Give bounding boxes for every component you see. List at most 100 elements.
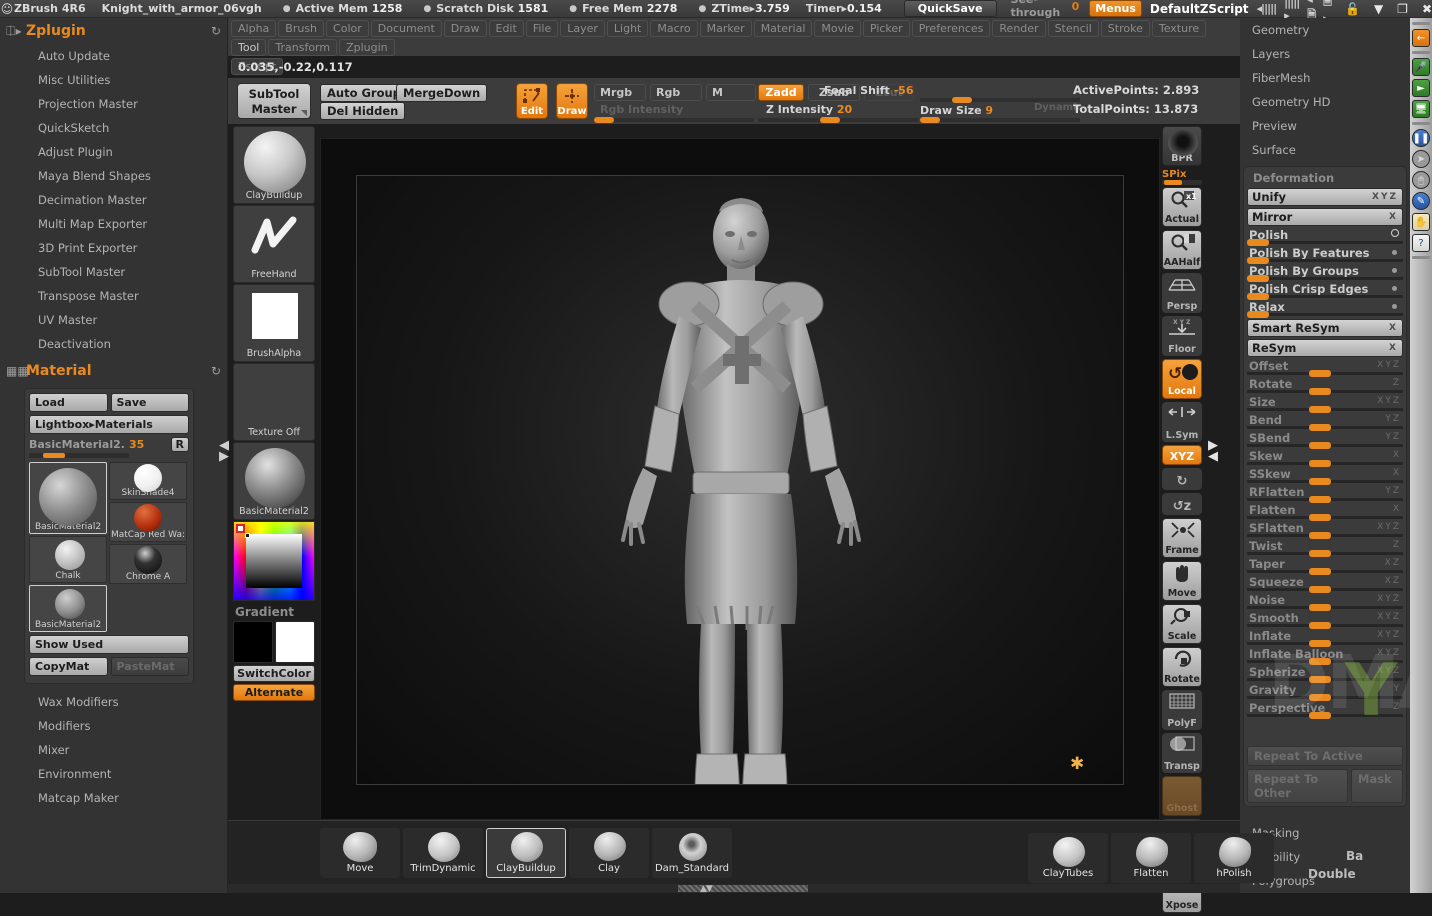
deform-rflatten-slider[interactable]: RFlatten YZ: [1247, 485, 1403, 503]
resize-corner-icon[interactable]: [301, 110, 307, 116]
rp-item-geometry[interactable]: Geometry: [1240, 18, 1410, 42]
frame-button[interactable]: Frame: [1162, 518, 1202, 558]
axes-indicator[interactable]: XYZ: [1377, 594, 1401, 604]
zscript-prev-icon[interactable]: ◂|||||: [1257, 2, 1278, 15]
window-icon[interactable]: 🖱: [1412, 171, 1430, 189]
axes-indicator[interactable]: X: [1389, 343, 1398, 353]
polish-circle-icon[interactable]: [1391, 229, 1399, 237]
menu-macro[interactable]: Macro: [650, 20, 698, 37]
menu-color[interactable]: Color: [326, 20, 369, 37]
switchcolor-button[interactable]: SwitchColor: [233, 665, 315, 682]
copymat-button[interactable]: CopyMat: [29, 657, 108, 676]
subtool-master-button[interactable]: SubTool Master: [237, 83, 311, 119]
radial-symmetry-button[interactable]: ↻: [1162, 468, 1202, 490]
axes-indicator[interactable]: XYZ: [1377, 396, 1401, 406]
current-stroke-cell[interactable]: FreeHand: [233, 205, 315, 283]
transparency-button[interactable]: Transp: [1162, 733, 1202, 773]
deform-unify-button[interactable]: Unify XYZ: [1247, 188, 1403, 206]
lock-icon[interactable]: 🔓: [1345, 2, 1360, 16]
deform-noise-slider[interactable]: Noise XYZ: [1247, 593, 1403, 611]
draw-mode-button[interactable]: Draw: [556, 83, 588, 119]
axes-indicator[interactable]: X: [1393, 504, 1401, 514]
menu-tool[interactable]: Tool: [231, 39, 267, 56]
quicksave-button[interactable]: QuickSave: [903, 0, 997, 17]
menu-preferences[interactable]: Preferences: [911, 20, 991, 37]
axes-indicator[interactable]: Z: [1393, 540, 1401, 550]
deform-polish-crisp-edges-slider[interactable]: Polish Crisp Edges: [1247, 282, 1403, 300]
brush-claytubes[interactable]: ClayTubes: [1028, 833, 1108, 883]
left-tray-toggle[interactable]: ◀ ▶: [219, 439, 229, 463]
show-used-button[interactable]: Show Used: [29, 635, 189, 654]
cursor-arrow-icon[interactable]: ➤: [1412, 150, 1430, 168]
menu-marker[interactable]: Marker: [699, 20, 752, 37]
minimize-icon[interactable]: ▼: [1374, 2, 1383, 16]
lightbox-materials-button[interactable]: Lightbox▸Materials: [29, 415, 189, 434]
deform-smart-resym-button[interactable]: Smart ReSym X: [1247, 319, 1403, 337]
menu-material[interactable]: Material: [753, 20, 813, 37]
current-material-cell[interactable]: BasicMaterial2: [233, 442, 315, 520]
material-swatch-basicmaterial2[interactable]: BasicMaterial2: [29, 462, 107, 534]
rp-item-preview[interactable]: Preview: [1240, 114, 1410, 138]
brush-claybuildup[interactable]: ClayBuildup: [486, 828, 566, 878]
sidebar-item-wax-modifiers[interactable]: Wax Modifiers: [0, 690, 227, 714]
axes-indicator[interactable]: YZ: [1385, 432, 1401, 442]
axes-indicator[interactable]: YZ: [1385, 414, 1401, 424]
scale-button[interactable]: Scale: [1162, 604, 1202, 644]
restore-icon[interactable]: ❐: [1397, 2, 1408, 16]
menu-draw[interactable]: Draw: [443, 20, 487, 37]
primary-color-swatch[interactable]: [233, 621, 273, 663]
viewport-3d[interactable]: ✱: [356, 175, 1124, 785]
deform-bend-slider[interactable]: Bend YZ: [1247, 413, 1403, 431]
xyz-symmetry-button[interactable]: XYZ: [1162, 445, 1202, 465]
mergedown-button[interactable]: MergeDown: [396, 84, 488, 102]
axes-indicator[interactable]: XZ: [1385, 558, 1401, 568]
deform-sflatten-slider[interactable]: SFlatten XYZ: [1247, 521, 1403, 539]
spix-slider[interactable]: SPix: [1162, 169, 1202, 185]
brush-hpolish[interactable]: hPolish: [1194, 833, 1274, 883]
refresh-icon[interactable]: ↻: [211, 364, 221, 378]
screen-record-icon[interactable]: 🖥: [1412, 100, 1430, 118]
pause-icon[interactable]: ❚❚: [1412, 129, 1430, 147]
marker-pen-icon[interactable]: ✎: [1412, 192, 1430, 210]
bpr-render-button[interactable]: BPR: [1162, 126, 1202, 166]
material-save-button[interactable]: Save: [110, 393, 189, 412]
sidebar-item-subtool-master[interactable]: SubTool Master: [0, 260, 227, 284]
menu-stencil[interactable]: Stencil: [1047, 20, 1099, 37]
menus-button[interactable]: Menus: [1089, 0, 1142, 17]
deform-taper-slider[interactable]: Taper XZ: [1247, 557, 1403, 575]
brush-flatten[interactable]: Flatten: [1111, 833, 1191, 883]
microphone-icon[interactable]: 🎤: [1412, 58, 1430, 76]
deform-squeeze-slider[interactable]: Squeeze XZ: [1247, 575, 1403, 593]
z-symmetry-button[interactable]: ↺z: [1162, 493, 1202, 515]
zplugin-palette-header[interactable]: ⎅▸ Zplugin ↻: [0, 18, 227, 44]
material-palette-header[interactable]: ▦▦ Material ↻: [0, 358, 227, 384]
right-tray-toggle[interactable]: ▶ ◀: [1208, 439, 1218, 463]
perspective-button[interactable]: Persp: [1162, 273, 1202, 313]
sidebar-item-transpose-master[interactable]: Transpose Master: [0, 284, 227, 308]
color-picker[interactable]: [233, 521, 315, 601]
mask-button[interactable]: Mask: [1351, 769, 1403, 803]
deform-mirror-button[interactable]: Mirror X: [1247, 208, 1403, 226]
axes-indicator[interactable]: XYZ: [1372, 192, 1398, 202]
repeat-to-active-button[interactable]: Repeat To Active: [1247, 746, 1403, 766]
help-icon[interactable]: ?: [1412, 234, 1430, 252]
menu-light[interactable]: Light: [606, 20, 649, 37]
axes-indicator[interactable]: XYZ: [1377, 360, 1401, 370]
spix-track[interactable]: [1162, 180, 1202, 185]
rgb-button[interactable]: Rgb: [650, 84, 702, 101]
sidebar-item-quicksketch[interactable]: QuickSketch: [0, 116, 227, 140]
deform-polish-by-features-slider[interactable]: Polish By Features: [1247, 246, 1403, 264]
menu-edit[interactable]: Edit: [488, 20, 524, 37]
deform-inflate-slider[interactable]: Inflate XYZ: [1247, 629, 1403, 647]
sidebar-item-uv-master[interactable]: UV Master: [0, 308, 227, 332]
axes-indicator[interactable]: YZ: [1385, 486, 1401, 496]
pastemat-button[interactable]: PasteMat: [110, 657, 189, 676]
deform-smooth-slider[interactable]: Smooth XYZ: [1247, 611, 1403, 629]
axes-indicator[interactable]: X: [1389, 212, 1398, 222]
brush-move[interactable]: Move: [320, 828, 400, 878]
local-transform-button[interactable]: ↺ Local: [1162, 359, 1202, 399]
menu-brush[interactable]: Brush: [278, 20, 325, 37]
axes-indicator[interactable]: XYZ: [1377, 522, 1401, 532]
material-reset-button[interactable]: R: [170, 437, 189, 452]
menu-file[interactable]: File: [525, 20, 559, 37]
